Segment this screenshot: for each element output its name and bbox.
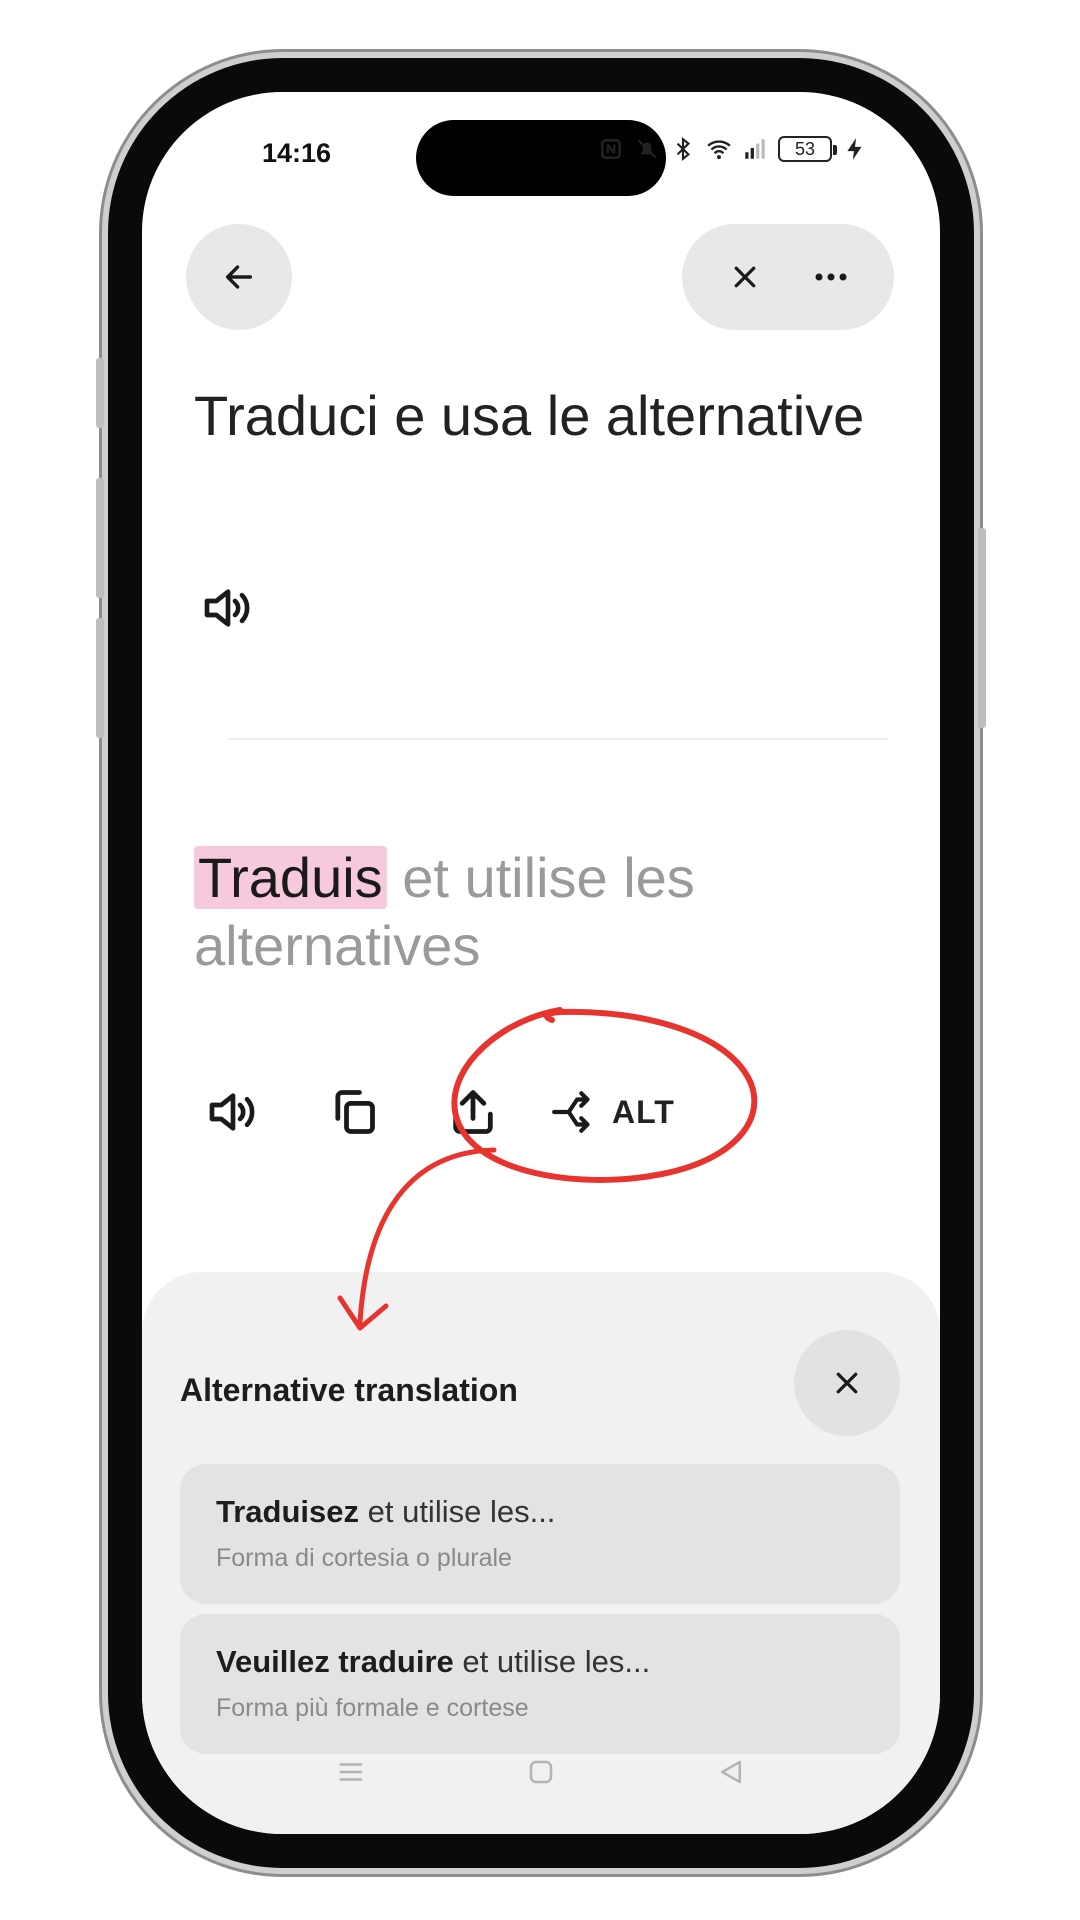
menu-nav-button[interactable] <box>331 1752 371 1792</box>
option-subtitle: Forma di cortesia o plurale <box>216 1544 512 1572</box>
option-text: Traduisez et utilise les... <box>216 1494 864 1530</box>
nfc-icon <box>601 139 621 159</box>
alternative-translation-sheet: Alternative translation Traduisez et uti… <box>142 1272 940 1834</box>
option-rest: et utilise les... <box>359 1494 556 1529</box>
close-icon <box>836 1372 858 1394</box>
option-bold: Traduisez <box>216 1494 359 1529</box>
home-nav-button[interactable] <box>521 1752 561 1792</box>
copy-icon <box>335 1090 375 1134</box>
option-text: Veuillez traduire et utilise les... <box>216 1644 864 1680</box>
alt-label: ALT <box>612 1093 675 1130</box>
translation-actions: ALT <box>198 1077 675 1147</box>
back-nav-button[interactable] <box>711 1752 751 1792</box>
more-button[interactable] <box>803 249 859 305</box>
speaker-icon <box>204 589 250 627</box>
more-icon <box>815 273 847 281</box>
mute-icon <box>637 139 657 159</box>
bluetooth-icon <box>676 136 691 162</box>
close-icon <box>734 266 756 288</box>
speaker-icon <box>209 1093 255 1131</box>
status-icons: 53 <box>598 136 868 162</box>
close-button[interactable] <box>717 249 773 305</box>
status-bar: 14:16 53 <box>142 92 940 212</box>
wifi-icon <box>707 140 731 160</box>
side-button-volume-down <box>96 618 104 738</box>
alternative-option[interactable]: Veuillez traduire et utilise les... Form… <box>180 1614 900 1754</box>
translation-speaker-button[interactable] <box>198 1077 268 1147</box>
signal-icon <box>745 139 765 159</box>
source-text: Traduci e usa le alternative <box>194 384 865 447</box>
option-subtitle: Forma più formale e cortese <box>216 1694 529 1722</box>
translation-text: Traduis et utilise les alternatives <box>194 844 914 980</box>
status-time: 14:16 <box>262 138 332 168</box>
back-button[interactable] <box>186 224 292 330</box>
home-icon <box>529 1760 553 1784</box>
back-nav-icon <box>721 1760 741 1784</box>
share-icon <box>453 1090 493 1134</box>
copy-button[interactable] <box>318 1077 388 1147</box>
charging-icon <box>847 138 862 160</box>
option-bold: Veuillez traduire <box>216 1644 454 1679</box>
menu-icon <box>339 1763 363 1781</box>
highlighted-word[interactable]: Traduis <box>194 846 387 909</box>
sheet-title: Alternative translation <box>180 1372 518 1408</box>
side-button-power <box>978 528 986 728</box>
alt-button[interactable]: ALT <box>550 1087 675 1137</box>
source-speaker-button[interactable] <box>200 580 260 640</box>
screen: 14:16 53 Traduci e usa le alternative Tr… <box>142 92 940 1834</box>
side-button-silent <box>96 358 104 428</box>
share-button[interactable] <box>438 1077 508 1147</box>
system-nav-bar <box>142 1742 940 1802</box>
top-actions-pill <box>682 224 894 330</box>
battery-indicator: 53 <box>778 136 837 162</box>
option-rest: et utilise les... <box>453 1644 651 1679</box>
back-arrow-icon <box>225 265 253 289</box>
alternative-option[interactable]: Traduisez et utilise les... Forma di cor… <box>180 1464 900 1604</box>
alt-branch-icon <box>552 1091 590 1133</box>
phone-frame: 14:16 53 Traduci e usa le alternative Tr… <box>96 58 986 1868</box>
divider <box>228 738 888 740</box>
sheet-close-button[interactable] <box>794 1330 900 1436</box>
side-button-volume-up <box>96 478 104 598</box>
